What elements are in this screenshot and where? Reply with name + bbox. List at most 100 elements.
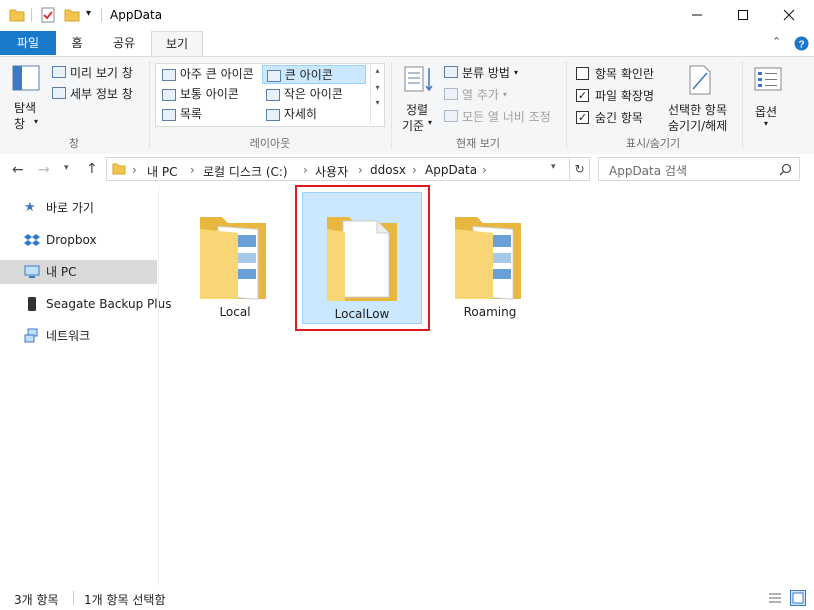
star-icon: ★	[24, 200, 36, 215]
nav-pane-icon	[12, 65, 40, 91]
file-extensions-toggle[interactable]: ✓ 파일 확장명	[576, 87, 654, 104]
refresh-icon[interactable]: ↻	[570, 157, 590, 181]
folder-icon[interactable]	[9, 7, 25, 23]
breadcrumb-separator-icon[interactable]: ›	[303, 163, 308, 177]
scroll-down-icon[interactable]: ▾	[371, 83, 384, 92]
new-folder-icon[interactable]	[64, 7, 80, 23]
options-button[interactable]: 옵션 ▾	[748, 61, 788, 133]
layout-large-icons[interactable]: 큰 아이콘	[262, 65, 366, 84]
layout-details[interactable]: 자세히	[262, 105, 366, 124]
preview-pane-label: 미리 보기 창	[70, 65, 133, 80]
group-label-show-hide: 표시/숨기기	[625, 137, 681, 150]
close-button[interactable]	[766, 0, 812, 30]
breadcrumb-separator-icon[interactable]: ›	[358, 163, 363, 177]
item-checkboxes-toggle[interactable]: 항목 확인란	[576, 65, 654, 82]
folder-icon	[327, 217, 397, 301]
extra-large-icons-icon	[162, 68, 176, 81]
up-icon[interactable]: ↑	[86, 161, 98, 177]
fit-columns-button[interactable]: 모든 열 너비 조정	[444, 107, 551, 125]
nav-pane-button[interactable]: 탐색 창 ▾	[8, 61, 44, 131]
forward-icon[interactable]: →	[38, 162, 50, 178]
address-history-icon[interactable]: ▾	[551, 162, 556, 172]
add-column-button[interactable]: 열 추가 ▾	[444, 85, 507, 103]
properties-icon[interactable]	[40, 7, 56, 23]
details-pane-button[interactable]: 세부 정보 창	[52, 84, 133, 102]
hide-selected-label: 선택한 항목	[668, 103, 728, 117]
hide-selected-button[interactable]: 선택한 항목 숨기기/해제	[666, 61, 738, 133]
search-box[interactable]: AppData 검색	[598, 157, 800, 181]
selection-count: 1개 항목 선택함	[84, 593, 166, 607]
expand-gallery-icon[interactable]: ▾	[371, 98, 384, 107]
recent-locations-icon[interactable]: ▾	[64, 163, 69, 173]
folder-item[interactable]: Roaming	[441, 191, 539, 321]
folder-item[interactable]: Local	[186, 191, 284, 321]
large-icons-view-icon[interactable]	[790, 590, 806, 606]
tab-view[interactable]: 보기	[151, 31, 203, 57]
back-icon[interactable]: ←	[12, 162, 24, 178]
breadcrumb-separator-icon[interactable]: ›	[412, 163, 417, 177]
layout-list[interactable]: 목록	[158, 105, 262, 124]
address-bar[interactable]: › 내 PC › 로컬 디스크 (C:) › 사용자 › ddosx › App…	[106, 157, 570, 181]
large-icons-icon	[267, 69, 281, 82]
navigation-pane: ★ 바로 가기 Dropbox 내 PC Seagate Backup Plus…	[0, 186, 171, 586]
nav-item-seagate[interactable]: Seagate Backup Plus	[0, 292, 171, 316]
breadcrumb-users[interactable]: 사용자	[315, 163, 348, 180]
title-separator	[101, 8, 102, 22]
minimize-button[interactable]	[674, 0, 720, 30]
file-extensions-checkbox[interactable]: ✓	[576, 89, 589, 102]
nav-item-dropbox[interactable]: Dropbox	[0, 228, 157, 252]
breadcrumb-separator-icon[interactable]: ›	[482, 163, 487, 177]
help-icon[interactable]: ?	[794, 36, 809, 51]
breadcrumb-this-pc[interactable]: 내 PC	[147, 163, 177, 180]
tab-home[interactable]: 홈	[58, 31, 96, 55]
search-icon	[779, 163, 792, 176]
breadcrumb-separator-icon[interactable]: ›	[132, 163, 137, 177]
drive-icon	[28, 297, 36, 311]
nav-item-network[interactable]: 네트워크	[0, 324, 157, 348]
options-label: 옵션	[755, 105, 778, 119]
layout-scroll[interactable]: ▴ ▾ ▾	[370, 64, 384, 125]
collapse-ribbon-icon[interactable]: ⌃	[772, 35, 781, 48]
add-column-label: 열 추가	[462, 87, 499, 102]
folder-icon	[455, 217, 521, 300]
folder-icon	[112, 163, 126, 175]
tab-share[interactable]: 공유	[100, 31, 148, 55]
layout-extra-large-icons[interactable]: 아주 큰 아이콘	[158, 65, 262, 84]
breadcrumb-user[interactable]: ddosx	[370, 163, 406, 177]
hide-selected-icon	[689, 65, 711, 95]
group-label-current-view: 현재 보기	[456, 137, 500, 150]
qat-dropdown-icon[interactable]: ▾	[86, 8, 91, 19]
file-extensions-label: 파일 확장명	[595, 89, 655, 103]
sort-label-2: 기준	[402, 119, 425, 133]
group-by-button[interactable]: 분류 방법 ▾	[444, 63, 518, 81]
preview-pane-icon	[52, 66, 66, 78]
search-placeholder: AppData 검색	[609, 164, 687, 178]
details-view-icon[interactable]	[768, 591, 782, 605]
preview-pane-button[interactable]: 미리 보기 창	[52, 63, 133, 81]
details-pane-label: 세부 정보 창	[70, 86, 133, 101]
details-icon	[266, 108, 280, 121]
nav-item-quick-access[interactable]: ★ 바로 가기	[0, 196, 157, 220]
layout-small-icons[interactable]: 작은 아이콘	[262, 85, 366, 104]
tab-file[interactable]: 파일	[0, 31, 56, 55]
dropbox-icon	[24, 234, 40, 246]
layout-medium-icons[interactable]: 보통 아이콘	[158, 85, 262, 104]
item-checkboxes-checkbox[interactable]	[576, 67, 589, 80]
breadcrumb-separator-icon[interactable]: ›	[190, 163, 195, 177]
chevron-down-icon: ▾	[428, 118, 433, 127]
maximize-button[interactable]	[720, 0, 766, 30]
ribbon-separator	[742, 61, 743, 149]
nav-pane-label: 탐색	[14, 101, 37, 115]
options-icon	[754, 67, 782, 91]
hide-selected-label-2: 숨기기/해제	[668, 119, 728, 133]
folder-item-selected[interactable]: LocalLow	[302, 192, 422, 324]
breadcrumb-local-disk[interactable]: 로컬 디스크 (C:)	[203, 163, 288, 180]
folder-name: Roaming	[463, 305, 517, 319]
hidden-items-toggle[interactable]: ✓ 숨긴 항목	[576, 109, 643, 126]
window-title: AppData	[110, 8, 163, 22]
hidden-items-checkbox[interactable]: ✓	[576, 111, 589, 124]
scroll-up-icon[interactable]: ▴	[371, 66, 384, 75]
sort-by-button[interactable]: 정렬 기준 ▾	[398, 61, 438, 133]
nav-item-this-pc[interactable]: 내 PC	[0, 260, 157, 284]
breadcrumb-appdata[interactable]: AppData	[425, 163, 477, 177]
